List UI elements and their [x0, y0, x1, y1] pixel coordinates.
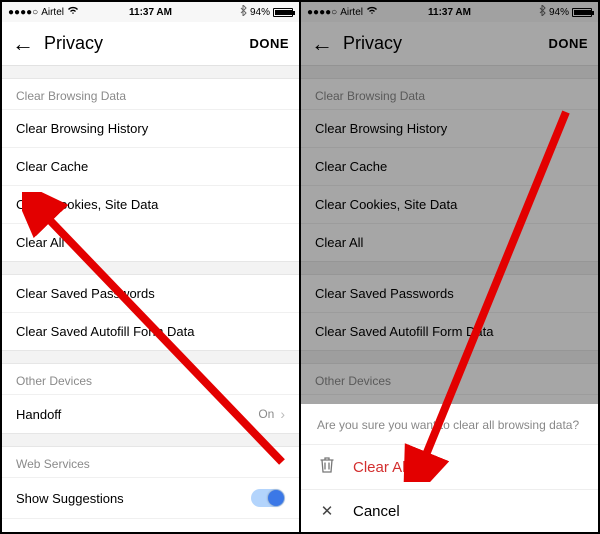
content-scroll[interactable]: Clear Browsing Data Clear Browsing Histo… — [2, 66, 299, 532]
sheet-cancel[interactable]: ✕ Cancel — [301, 489, 598, 532]
row-clear-autofill[interactable]: Clear Saved Autofill Form Data — [2, 312, 299, 350]
section-header-clear: Clear Browsing Data — [2, 79, 299, 109]
sheet-message: Are you sure you want to clear all brows… — [301, 404, 598, 444]
section-header-web: Web Services — [2, 447, 299, 477]
wifi-icon — [67, 6, 79, 18]
row-clear-all[interactable]: Clear All — [2, 223, 299, 261]
sheet-clear-all[interactable]: Clear All — [301, 444, 598, 489]
battery-pct: 94% — [250, 7, 270, 18]
row-show-suggestions[interactable]: Show Suggestions — [2, 477, 299, 518]
close-icon: ✕ — [319, 502, 335, 520]
row-clear-history[interactable]: Clear Browsing History — [2, 109, 299, 147]
section-header-devices: Other Devices — [2, 364, 299, 394]
screen-left: ●●●●○ Airtel 11:37 AM 94% ← Privacy DONE — [1, 1, 300, 533]
chevron-right-icon: › — [280, 406, 285, 422]
row-clear-cache[interactable]: Clear Cache — [2, 147, 299, 185]
toggle-suggestions[interactable] — [251, 489, 285, 507]
carrier-label: Airtel — [41, 7, 64, 18]
battery-icon — [273, 8, 293, 17]
row-clear-cookies[interactable]: Clear Cookies, Site Data — [2, 185, 299, 223]
send-usage-value: Never — [242, 531, 274, 532]
row-handoff[interactable]: Handoff On› — [2, 394, 299, 433]
trash-icon — [319, 457, 335, 477]
done-button[interactable]: DONE — [249, 36, 289, 51]
signal-icon: ●●●●○ — [8, 7, 38, 18]
action-sheet: Are you sure you want to clear all brows… — [301, 404, 598, 532]
chevron-right-icon: › — [280, 530, 285, 532]
bluetooth-icon — [240, 5, 247, 19]
handoff-value: On — [258, 407, 274, 421]
row-clear-passwords[interactable]: Clear Saved Passwords — [2, 275, 299, 312]
page-title: Privacy — [44, 33, 249, 54]
back-arrow-icon[interactable]: ← — [12, 31, 34, 57]
row-send-usage[interactable]: Send Usage Data Never› — [2, 518, 299, 532]
screen-right: ●●●●○ Airtel 11:37 AM 94% ← Privacy DONE — [300, 1, 599, 533]
status-bar: ●●●●○ Airtel 11:37 AM 94% — [2, 2, 299, 22]
nav-bar: ← Privacy DONE — [2, 22, 299, 66]
